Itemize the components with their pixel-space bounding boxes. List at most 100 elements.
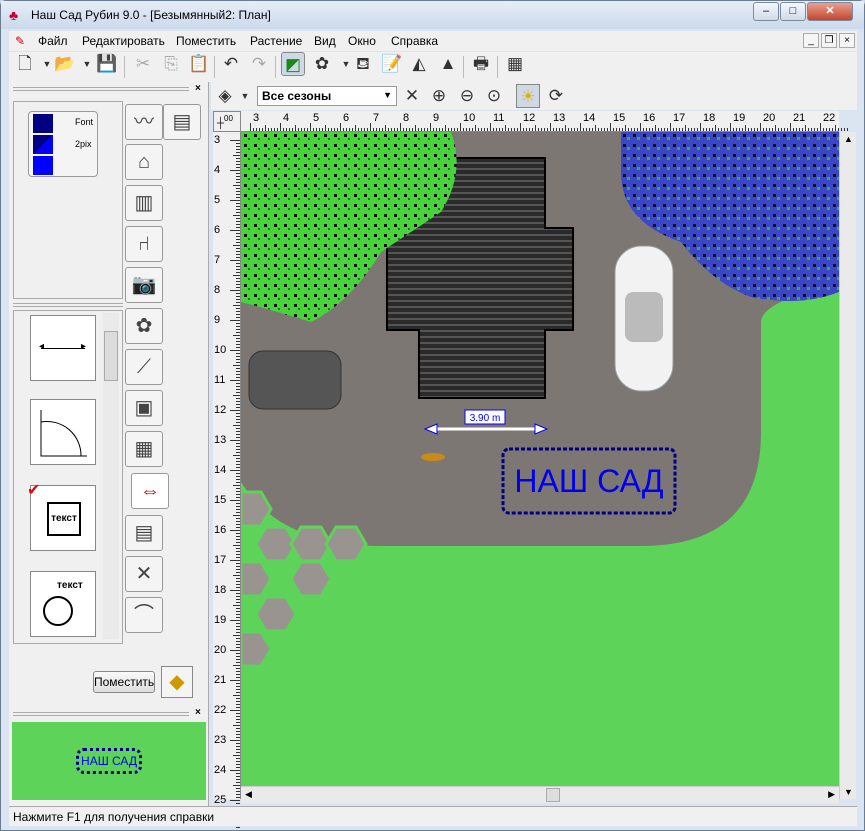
ruler-tick-label: 14 <box>214 464 227 476</box>
tools-icon[interactable]: ✕ <box>400 84 424 108</box>
rotate-icon[interactable]: ⟳ <box>544 84 568 108</box>
scroll-thumb[interactable] <box>546 788 560 802</box>
tab-bench[interactable]: ⑁ <box>125 226 163 262</box>
undo-icon[interactable]: ↶ <box>219 52 243 76</box>
ruler-tick-label: 13 <box>553 112 566 124</box>
rock <box>248 350 342 410</box>
tab-path[interactable]: 〰 <box>125 104 163 140</box>
layers-dropdown-icon[interactable]: ▼ <box>233 84 257 108</box>
tab-house[interactable]: ⌂ <box>125 144 163 180</box>
watering-can-icon[interactable]: ⛾ <box>351 52 375 76</box>
menu-window[interactable]: Окно <box>348 34 376 48</box>
ruler-tick-label: 21 <box>214 674 227 686</box>
ruler-tick-label: 24 <box>214 764 227 776</box>
tab-log[interactable]: ⟋ <box>125 349 163 385</box>
ruler-tick-label: 22 <box>823 112 836 124</box>
font-label[interactable]: Font <box>75 117 93 127</box>
close-button[interactable]: ✕ <box>807 2 853 21</box>
menu-plant[interactable]: Растение <box>250 34 302 48</box>
maximize-button[interactable]: □ <box>780 2 806 21</box>
tab-wall[interactable]: ▤ <box>163 104 201 140</box>
cut-icon[interactable]: ✂ <box>131 52 155 76</box>
notes-icon[interactable]: 📝 <box>380 52 404 76</box>
ruler-tick-label: 21 <box>793 112 806 124</box>
objects-scrollbar[interactable] <box>103 313 119 639</box>
horizontal-scrollbar[interactable]: ◀ ▶ <box>241 786 839 803</box>
copy-icon[interactable]: ⎘ <box>159 52 183 76</box>
construction-icon[interactable]: ◆ <box>161 666 193 698</box>
paste-icon[interactable]: 📋 <box>187 52 211 76</box>
close-preview-icon[interactable]: × <box>195 707 201 718</box>
zoom-in-icon[interactable]: ⊕ <box>427 84 451 108</box>
open-icon[interactable]: 📂 <box>53 52 77 76</box>
terrain-icon[interactable]: ◭ <box>407 52 431 76</box>
tab-fence[interactable]: ▥ <box>125 185 163 221</box>
ruler-tick-label: 12 <box>523 112 536 124</box>
tab-camera[interactable]: 📷 <box>125 267 163 303</box>
place-button[interactable]: Поместить <box>93 671 155 693</box>
vertical-scrollbar[interactable]: ▲ ▼ <box>839 132 856 799</box>
ruler-tick-label: 18 <box>214 584 227 596</box>
ruler-tick-label: 19 <box>214 614 227 626</box>
redo-icon[interactable]: ↷ <box>247 52 271 76</box>
ruler-origin[interactable]: 00 ┼ <box>213 111 241 132</box>
season-select[interactable]: Все сезоны ▼ <box>257 86 397 106</box>
ruler-tick-label: 4 <box>214 164 221 176</box>
plant-icon[interactable]: ✿ <box>310 52 334 76</box>
mdi-close-button[interactable]: × <box>839 33 855 48</box>
left-panel: × Font 2pix ◂ ▸ ✔ текст текст 〰 ▤ ⌂ ▥ ⑁ 📷 … <box>9 82 209 806</box>
window-title: Наш Сад Рубин 9.0 - [Безымянный2: План] <box>31 8 271 22</box>
tab-flower[interactable]: ✿ <box>125 308 163 344</box>
menu-file[interactable]: Файл <box>38 34 68 48</box>
calculator-icon[interactable]: ▦ <box>503 52 527 76</box>
plan-canvas[interactable]: 3.90 m НАШ САД <box>241 132 839 786</box>
card-text-circle[interactable]: текст <box>30 571 96 637</box>
menu-help[interactable]: Справка <box>391 34 438 48</box>
tab-stairs[interactable]: ⌒ <box>125 597 163 633</box>
ruler-tick-label: 15 <box>214 494 227 506</box>
mdi-minimize-button[interactable]: _ <box>803 33 819 48</box>
menu-view[interactable]: Вид <box>314 34 336 48</box>
zoom-out-icon[interactable]: ⊖ <box>455 84 479 108</box>
top-ruler: 3 4 5 6 7 8 9 10 11 12 13 14 15 16 17 18 19 20 21 22 <box>241 111 848 132</box>
ruler-tick-label: 13 <box>214 434 227 446</box>
width-label[interactable]: 2pix <box>75 139 92 149</box>
tab-frame[interactable]: ▣ <box>125 390 163 426</box>
mdi-restore-button[interactable]: ❐ <box>821 33 837 48</box>
ruler-tick-label: 12 <box>214 404 227 416</box>
ruler-tick-label: 9 <box>433 112 440 124</box>
zoom-fit-icon[interactable]: ⊙ <box>482 84 506 108</box>
tab-dimension[interactable]: ⇔ <box>131 473 169 509</box>
save-icon[interactable]: 💾 <box>95 52 119 76</box>
draw-plan-icon[interactable]: ◩ <box>281 52 305 76</box>
line-color-swatch[interactable] <box>33 135 53 154</box>
ruler-tick-label: 8 <box>214 284 221 296</box>
tab-document[interactable]: ▤ <box>125 515 163 551</box>
menu-place[interactable]: Поместить <box>176 34 236 48</box>
status-bar: Нажмите F1 для получения справки <box>9 806 857 826</box>
ruler-tick-label: 8 <box>403 112 410 124</box>
card-text-box[interactable]: ✔ текст <box>27 482 96 551</box>
sun-icon[interactable]: ☀ <box>516 84 540 108</box>
ruler-tick-label: 18 <box>703 112 716 124</box>
cone-icon[interactable]: ▲ <box>436 52 460 76</box>
preview-text: НАШ САД <box>76 748 142 774</box>
close-panel-icon[interactable]: × <box>195 83 201 94</box>
new-icon[interactable]: 🗋 <box>13 52 37 76</box>
fill-color-swatch[interactable] <box>33 114 53 133</box>
ruler-tick-label: 10 <box>463 112 476 124</box>
card-linear-dimension[interactable]: ◂ ▸ <box>30 315 96 381</box>
preview-panel: НАШ САД <box>12 722 206 800</box>
objects-panel: ◂ ▸ ✔ текст текст <box>13 310 123 644</box>
ruler-tick-label: 7 <box>214 254 221 266</box>
print-icon[interactable]: 🖶 <box>469 52 493 76</box>
text-color-swatch[interactable] <box>33 156 53 175</box>
dimension-label: 3.90 m <box>470 413 501 424</box>
minimize-button[interactable]: – <box>753 2 779 21</box>
doc-icon: ✎ <box>15 34 26 48</box>
tab-gradient[interactable]: ▦ <box>125 431 163 467</box>
card-angle-dimension[interactable] <box>30 399 96 465</box>
menu-edit[interactable]: Редактировать <box>82 34 165 48</box>
garden-tool <box>421 453 445 461</box>
tab-tools[interactable]: ✕ <box>125 556 163 592</box>
